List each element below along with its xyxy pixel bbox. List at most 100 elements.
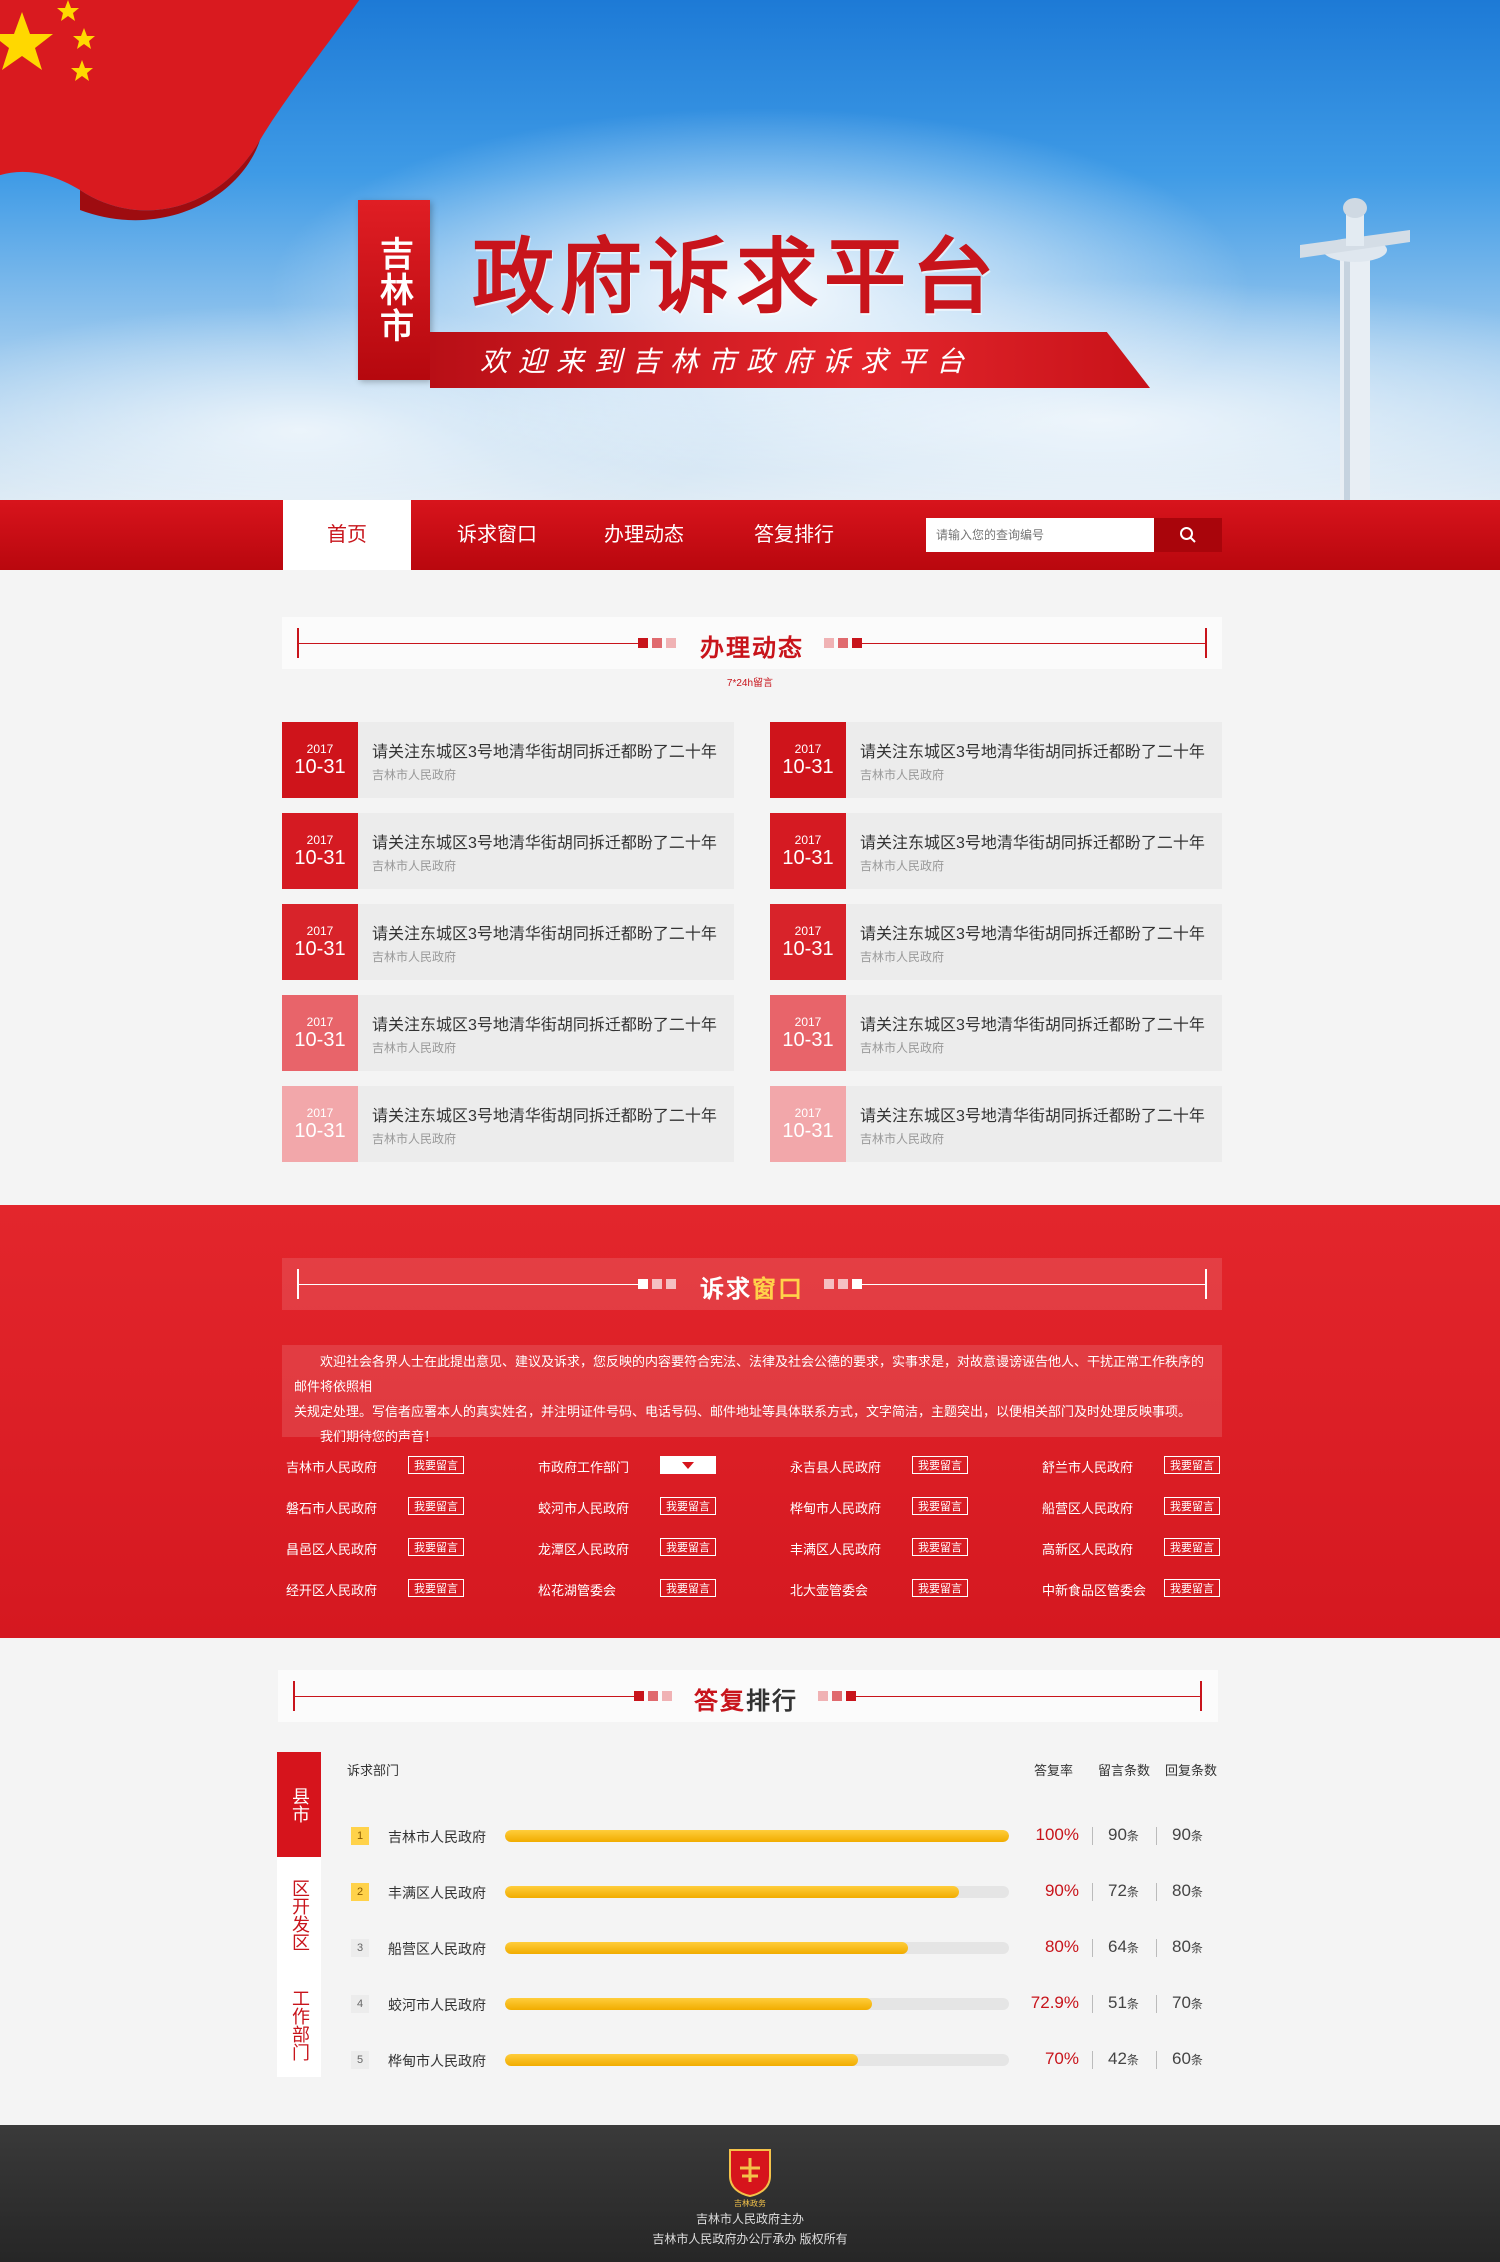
department-name: 昌邑区人民政府 [286, 1542, 378, 1557]
leave-message-button[interactable]: 我要留言 [912, 1456, 968, 1474]
leave-message-button[interactable]: 我要留言 [408, 1538, 464, 1556]
news-source: 吉林市人民政府 [860, 768, 945, 782]
rank-department: 桦甸市人民政府 [388, 2053, 486, 2069]
nav-item-progress[interactable]: 办理动态 [584, 500, 704, 570]
leave-message-button[interactable]: 我要留言 [912, 1538, 968, 1556]
nav-item-ranking[interactable]: 答复排行 [734, 500, 854, 570]
news-title: 请关注东城区3号地清华街胡同拆迁都盼了二十年 [860, 744, 1205, 761]
count-unit: 条 [1190, 2053, 1203, 2067]
news-item[interactable]: 2017 10-31 请关注东城区3号地清华街胡同拆迁都盼了二十年 吉林市人民政府 [770, 813, 1222, 889]
rank-number: 3 [351, 1939, 369, 1957]
news-year: 2017 [794, 742, 822, 756]
news-year: 2017 [794, 1015, 822, 1029]
rank-department: 蛟河市人民政府 [388, 1997, 486, 2013]
news-title: 请关注东城区3号地清华街胡同拆迁都盼了二十年 [372, 835, 717, 852]
news-item[interactable]: 2017 10-31 请关注东城区3号地清华街胡同拆迁都盼了二十年 吉林市人民政府 [282, 813, 734, 889]
news-date-badge: 2017 10-31 [282, 904, 358, 980]
description-line: 关规定处理。写信者应署本人的真实姓名，并注明证件号码、电话号码、邮件地址等具体联… [294, 1404, 1192, 1419]
news-day: 10-31 [294, 1120, 346, 1142]
news-item[interactable]: 2017 10-31 请关注东城区3号地清华街胡同拆迁都盼了二十年 吉林市人民政府 [282, 995, 734, 1071]
leave-message-button[interactable]: 我要留言 [408, 1456, 464, 1474]
window-description: 欢迎社会各界人士在此提出意见、建议及诉求，您反映的内容要符合宪法、法律及社会公德… [282, 1345, 1222, 1444]
ranking-title-a: 答复 [694, 1686, 746, 1715]
reply-rate: 80% [1044, 1937, 1079, 1956]
news-day: 10-31 [782, 847, 834, 869]
reply-count: 80条 [1172, 1937, 1203, 1957]
news-day: 10-31 [294, 756, 346, 778]
leave-message-button[interactable]: 我要留言 [660, 1579, 716, 1597]
news-year: 2017 [306, 833, 334, 847]
reply-rate-bar-fill [505, 1998, 873, 2010]
leave-message-button[interactable]: 我要留言 [1164, 1456, 1220, 1474]
description-line: 我们期待您的声音！ [320, 1429, 438, 1444]
leave-message-button[interactable]: 我要留言 [660, 1497, 716, 1515]
news-item[interactable]: 2017 10-31 请关注东城区3号地清华街胡同拆迁都盼了二十年 吉林市人民政府 [770, 904, 1222, 980]
news-item[interactable]: 2017 10-31 请关注东城区3号地清华街胡同拆迁都盼了二十年 吉林市人民政府 [770, 722, 1222, 798]
header-line [856, 1696, 1200, 1697]
reply-rate: 70% [1044, 2049, 1079, 2068]
rank-number: 4 [351, 1995, 369, 2013]
header-square [648, 1691, 658, 1701]
news-year: 2017 [794, 1106, 822, 1120]
leave-message-button[interactable]: 我要留言 [1164, 1538, 1220, 1556]
leave-message-button[interactable]: 我要留言 [912, 1579, 968, 1597]
count-unit: 条 [1126, 1997, 1139, 2011]
reply-count: 90条 [1172, 1825, 1203, 1845]
tab-department[interactable]: 工作部门 [277, 1972, 321, 2077]
nav-item-window[interactable]: 诉求窗口 [430, 500, 564, 570]
tab-district[interactable]: 区开发区 [277, 1862, 321, 1967]
rank-department: 丰满区人民政府 [388, 1885, 486, 1901]
news-date-badge: 2017 10-31 [282, 722, 358, 798]
header-cap [1205, 1269, 1207, 1299]
news-day: 10-31 [294, 1029, 346, 1051]
news-item[interactable]: 2017 10-31 请关注东城区3号地清华街胡同拆迁都盼了二十年 吉林市人民政府 [770, 995, 1222, 1071]
search-input[interactable] [926, 518, 1154, 552]
national-flag-image [0, 0, 360, 221]
news-item[interactable]: 2017 10-31 请关注东城区3号地清华街胡同拆迁都盼了二十年 吉林市人民政府 [282, 904, 734, 980]
reply-rate-bar [505, 1942, 1009, 1954]
tab-county[interactable]: 县市 [277, 1752, 321, 1857]
department-name: 丰满区人民政府 [790, 1542, 882, 1557]
message-count: 64条 [1108, 1937, 1139, 1957]
rank-number: 1 [351, 1827, 369, 1845]
welcome-text: 欢迎来到吉林市政府诉求平台 [480, 345, 975, 378]
news-source: 吉林市人民政府 [372, 768, 457, 782]
leave-message-button[interactable]: 我要留言 [1164, 1579, 1220, 1597]
reply-rate-bar [505, 1886, 1009, 1898]
department-name: 桦甸市人民政府 [790, 1501, 882, 1516]
news-title: 请关注东城区3号地清华街胡同拆迁都盼了二十年 [372, 926, 717, 943]
reply-rate-bar [505, 2054, 1009, 2066]
count-unit: 条 [1126, 1941, 1139, 1955]
search-button[interactable] [1154, 518, 1222, 552]
message-count: 51条 [1108, 1993, 1139, 2013]
column-divider [1092, 1995, 1093, 2013]
reply-count: 80条 [1172, 1881, 1203, 1901]
rank-department: 吉林市人民政府 [388, 1829, 486, 1845]
news-section-title: 办理动态 [700, 633, 804, 662]
leave-message-button[interactable]: 我要留言 [408, 1579, 464, 1597]
nav-item-home[interactable]: 首页 [283, 500, 411, 570]
leave-message-button[interactable]: 我要留言 [408, 1497, 464, 1515]
leave-message-button[interactable]: 我要留言 [1164, 1497, 1220, 1515]
news-item[interactable]: 2017 10-31 请关注东城区3号地清华街胡同拆迁都盼了二十年 吉林市人民政府 [770, 1086, 1222, 1162]
leave-message-button[interactable]: 我要留言 [660, 1538, 716, 1556]
city-name: 吉林市 [373, 236, 414, 344]
leave-message-button[interactable]: 我要留言 [912, 1497, 968, 1515]
reply-rate: 100% [1035, 1825, 1079, 1844]
department-name: 船营区人民政府 [1042, 1501, 1134, 1516]
news-date-badge: 2017 10-31 [770, 1086, 846, 1162]
message-count: 90条 [1108, 1825, 1139, 1845]
news-day: 10-31 [294, 938, 346, 960]
department-dropdown-button[interactable] [660, 1456, 716, 1474]
reply-rate-bar-fill [505, 1942, 909, 1954]
news-date-badge: 2017 10-31 [770, 904, 846, 980]
news-item[interactable]: 2017 10-31 请关注东城区3号地清华街胡同拆迁都盼了二十年 吉林市人民政府 [282, 722, 734, 798]
department-name: 吉林市人民政府 [286, 1460, 378, 1475]
news-date-badge: 2017 10-31 [770, 995, 846, 1071]
header-square [838, 638, 848, 648]
news-source: 吉林市人民政府 [860, 1132, 945, 1146]
news-item[interactable]: 2017 10-31 请关注东城区3号地清华街胡同拆迁都盼了二十年 吉林市人民政府 [282, 1086, 734, 1162]
news-title: 请关注东城区3号地清华街胡同拆迁都盼了二十年 [860, 1108, 1205, 1125]
header-square [846, 1691, 856, 1701]
header-square [838, 1279, 848, 1289]
